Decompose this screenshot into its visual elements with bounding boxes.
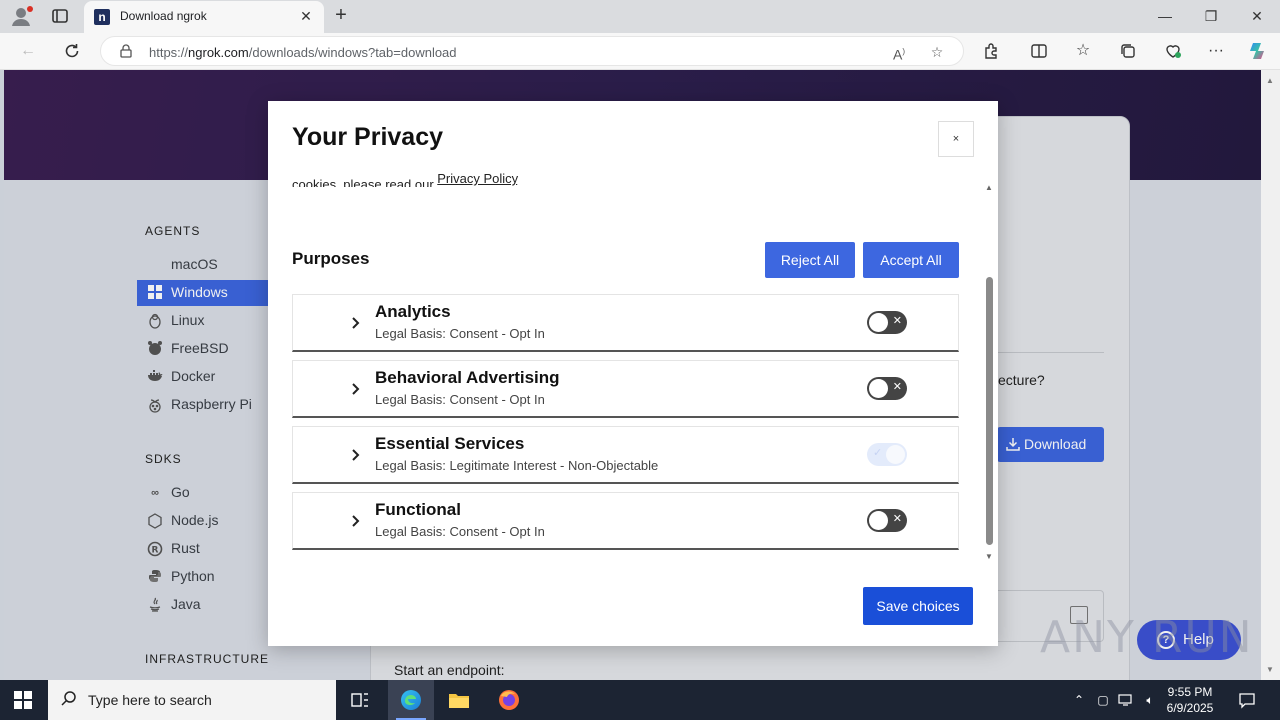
scroll-up-arrow-icon[interactable]: ▲	[985, 183, 993, 192]
scrollbar-thumb[interactable]	[986, 277, 993, 545]
split-screen-icon[interactable]	[1028, 40, 1050, 62]
taskbar-search-input[interactable]: Type here to search	[48, 680, 336, 720]
accept-all-button[interactable]: Accept All	[863, 242, 959, 278]
toggle-knob	[869, 313, 888, 332]
essential-services-toggle: ✓	[867, 443, 907, 466]
tray-chevron-up-icon[interactable]: ⌃	[1071, 692, 1087, 708]
extensions-icon[interactable]	[980, 40, 1002, 62]
lock-icon[interactable]	[119, 44, 133, 58]
purpose-essential-services[interactable]: Essential Services Legal Basis: Legitima…	[292, 426, 959, 484]
file-explorer-icon[interactable]	[447, 688, 471, 712]
windows-start-icon[interactable]	[14, 691, 32, 709]
modal-title: Your Privacy	[292, 123, 444, 151]
watermark-text: ANY RUN	[1040, 612, 1254, 663]
purpose-name: Functional	[375, 500, 461, 519]
tray-device-icon[interactable]: ▢	[1095, 692, 1111, 708]
search-icon	[60, 690, 78, 708]
chevron-right-icon[interactable]	[349, 445, 363, 465]
close-window-button[interactable]: ✕	[1242, 6, 1272, 26]
purpose-legal-basis: Legal Basis: Consent - Opt In	[375, 524, 545, 539]
minimize-button[interactable]: —	[1150, 6, 1180, 26]
task-view-icon[interactable]	[348, 688, 372, 712]
functional-toggle[interactable]: ✕	[867, 509, 907, 532]
modal-scrollbar[interactable]: ▲ ▼	[984, 183, 994, 561]
toggle-knob	[886, 445, 905, 464]
chevron-right-icon[interactable]	[349, 511, 363, 531]
purposes-heading: Purposes	[292, 249, 370, 268]
purpose-legal-basis: Legal Basis: Consent - Opt In	[375, 326, 545, 341]
modal-close-button[interactable]: ×	[938, 121, 974, 157]
tab-close-icon[interactable]: ✕	[298, 8, 314, 24]
notification-center-icon[interactable]	[1238, 691, 1256, 709]
purpose-name: Essential Services	[375, 434, 525, 453]
favorite-star-icon[interactable]: ☆	[927, 42, 947, 62]
purpose-legal-basis: Legal Basis: Legitimate Interest - Non-O…	[375, 458, 659, 473]
chevron-right-icon[interactable]	[349, 379, 363, 399]
read-aloud-icon[interactable]: A)	[889, 42, 909, 63]
refresh-icon[interactable]	[61, 40, 83, 62]
toggle-knob	[869, 511, 888, 530]
reject-all-button[interactable]: Reject All	[765, 242, 855, 278]
firefox-icon[interactable]	[497, 688, 521, 712]
toggle-off-x-icon: ✕	[892, 513, 902, 525]
purpose-analytics[interactable]: Analytics Legal Basis: Consent - Opt In …	[292, 294, 959, 352]
more-options-icon[interactable]: ···	[1205, 40, 1227, 62]
purpose-name: Behavioral Advertising	[375, 368, 560, 387]
chevron-right-icon[interactable]	[349, 313, 363, 333]
privacy-policy-link[interactable]: Privacy Policy	[437, 171, 517, 186]
copilot-icon[interactable]	[1247, 40, 1269, 62]
volume-icon[interactable]: 🔈︎	[1142, 692, 1158, 708]
purpose-behavioral-advertising[interactable]: Behavioral Advertising Legal Basis: Cons…	[292, 360, 959, 418]
collections-icon[interactable]	[1117, 40, 1139, 62]
browser-tab-bar: n Download ngrok ✕ + — ❐ ✕	[0, 0, 1280, 33]
address-bar[interactable]: https://ngrok.com/downloads/windows?tab=…	[100, 36, 964, 66]
taskbar-clock[interactable]: 9:55 PM 6/9/2025	[1160, 684, 1220, 716]
anyrun-watermark: ANY RUN	[1040, 612, 1254, 663]
search-placeholder: Type here to search	[88, 692, 212, 708]
browser-essentials-icon[interactable]	[1162, 40, 1184, 62]
scroll-down-arrow-icon[interactable]: ▼	[1266, 665, 1274, 674]
tab-actions-icon[interactable]	[50, 6, 70, 26]
new-tab-button[interactable]: +	[330, 5, 352, 27]
maximize-button[interactable]: ❐	[1196, 6, 1226, 26]
purpose-functional[interactable]: Functional Legal Basis: Consent - Opt In…	[292, 492, 959, 550]
toggle-off-x-icon: ✕	[892, 381, 902, 393]
purpose-legal-basis: Legal Basis: Consent - Opt In	[375, 392, 545, 407]
privacy-modal: Your Privacy × cookies, please read our …	[268, 101, 998, 646]
edge-browser-icon[interactable]	[399, 688, 423, 712]
tab-title: Download ngrok	[120, 9, 207, 23]
behavioral-advertising-toggle[interactable]: ✕	[867, 377, 907, 400]
ngrok-favicon-icon: n	[94, 9, 110, 25]
profile-icon[interactable]	[10, 5, 33, 27]
tab-download-ngrok[interactable]: n Download ngrok ✕	[84, 1, 324, 33]
favorites-icon[interactable]: ☆	[1072, 40, 1094, 62]
windows-taskbar: Type here to search ⌃ ▢ 🔈︎ 9:55 PM 6/9/2…	[0, 680, 1280, 720]
network-icon[interactable]	[1118, 692, 1134, 708]
browser-toolbar: ← https://ngrok.com/downloads/windows?ta…	[0, 33, 1280, 70]
privacy-description-text: cookies, please read our Privacy Policy.	[292, 171, 521, 187]
notification-dot	[27, 6, 33, 12]
url-text[interactable]: https://ngrok.com/downloads/windows?tab=…	[149, 45, 457, 60]
clock-time: 9:55 PM	[1167, 685, 1213, 699]
clock-date: 6/9/2025	[1166, 701, 1214, 715]
toggle-knob	[869, 379, 888, 398]
save-choices-button[interactable]: Save choices	[863, 587, 973, 625]
toggle-off-x-icon: ✕	[892, 315, 902, 327]
analytics-toggle[interactable]: ✕	[867, 311, 907, 334]
purpose-name: Analytics	[375, 302, 451, 321]
back-arrow-icon[interactable]: ←	[17, 40, 39, 62]
scroll-down-arrow-icon[interactable]: ▼	[985, 552, 993, 561]
scroll-up-arrow-icon[interactable]: ▲	[1266, 76, 1274, 85]
toggle-check-icon: ✓	[873, 447, 883, 459]
page-scrollbar[interactable]: ▲ ▼	[1261, 70, 1280, 680]
